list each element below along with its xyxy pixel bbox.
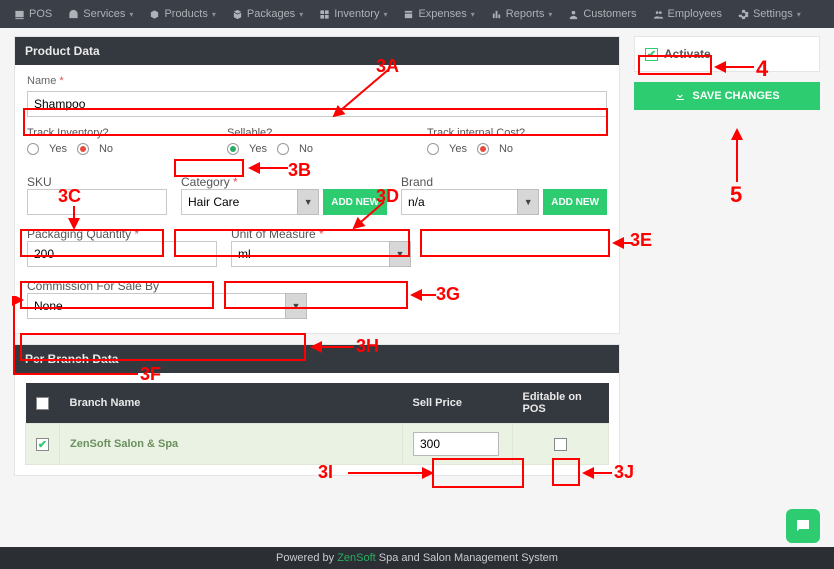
nav-customers[interactable]: Customers bbox=[560, 8, 644, 20]
select-all-checkbox[interactable]: ✔ bbox=[36, 397, 49, 410]
pack-qty-input[interactable] bbox=[27, 241, 217, 267]
col-editable: Editable on POS bbox=[513, 383, 609, 424]
uom-label: Unit of Measure * bbox=[231, 227, 324, 241]
category-select[interactable] bbox=[181, 189, 319, 215]
product-data-panel: Product Data Name * Track Inventory? Yes… bbox=[14, 36, 620, 334]
chat-fab[interactable] bbox=[786, 509, 820, 543]
nav-expenses[interactable]: Expenses▾ bbox=[395, 8, 482, 20]
per-branch-panel: Per Branch Data ✔ Branch Name Sell Price… bbox=[14, 344, 620, 476]
track-inv-yes-radio[interactable] bbox=[27, 143, 39, 155]
track-cost-no-radio[interactable] bbox=[477, 143, 489, 155]
track-cost-label: Track internal Cost? bbox=[427, 127, 607, 139]
activate-checkbox[interactable]: ✔ bbox=[645, 48, 658, 61]
footer: Powered by ZenSoft Spa and Salon Managem… bbox=[0, 547, 834, 569]
panel-title: Product Data bbox=[15, 37, 619, 65]
chat-icon bbox=[794, 517, 812, 535]
nav-products[interactable]: Products▾ bbox=[141, 8, 223, 20]
editable-pos-checkbox[interactable]: ✔ bbox=[554, 438, 567, 451]
sellable-label: Sellable? bbox=[227, 127, 407, 139]
commission-label: Commission For Sale By bbox=[27, 279, 159, 293]
brand-label: Brand bbox=[401, 175, 433, 189]
track-inv-no-radio[interactable] bbox=[77, 143, 89, 155]
name-label: Name * bbox=[27, 75, 607, 87]
brand-add-new-button[interactable]: ADD NEW bbox=[543, 189, 607, 215]
track-cost-yes-radio[interactable] bbox=[427, 143, 439, 155]
footer-brand-link[interactable]: ZenSoft bbox=[337, 552, 376, 564]
activate-card: ✔ Activate bbox=[634, 36, 820, 72]
nav-settings[interactable]: Settings▾ bbox=[730, 8, 809, 20]
panel-title: Per Branch Data bbox=[15, 345, 619, 373]
sell-price-input[interactable] bbox=[413, 432, 499, 456]
uom-select[interactable] bbox=[231, 241, 411, 267]
nav-inventory[interactable]: Inventory▾ bbox=[311, 8, 395, 20]
table-row: ✔ ZenSoft Salon & Spa ✔ bbox=[26, 424, 609, 465]
brand-select[interactable] bbox=[401, 189, 539, 215]
name-input[interactable] bbox=[27, 91, 607, 117]
category-label: Category * bbox=[181, 175, 238, 189]
col-price: Sell Price bbox=[403, 383, 513, 424]
nav-employees[interactable]: Employees bbox=[645, 8, 730, 20]
pack-qty-label: Packaging Quantity * bbox=[27, 227, 139, 241]
col-branch: Branch Name bbox=[60, 383, 403, 424]
activate-label: Activate bbox=[664, 47, 711, 61]
nav-reports[interactable]: Reports▾ bbox=[483, 8, 561, 20]
track-inventory-label: Track Inventory? bbox=[27, 127, 207, 139]
top-nav: POS Services▾ Products▾ Packages▾ Invent… bbox=[0, 0, 834, 28]
commission-select[interactable] bbox=[27, 293, 307, 319]
nav-packages[interactable]: Packages▾ bbox=[224, 8, 311, 20]
branch-name: ZenSoft Salon & Spa bbox=[60, 424, 403, 465]
save-changes-button[interactable]: SAVE CHANGES bbox=[634, 82, 820, 110]
branch-table: ✔ Branch Name Sell Price Editable on POS… bbox=[25, 383, 609, 465]
sku-input[interactable] bbox=[27, 189, 167, 215]
category-add-new-button[interactable]: ADD NEW bbox=[323, 189, 387, 215]
row-checkbox[interactable]: ✔ bbox=[36, 438, 49, 451]
sku-label: SKU bbox=[27, 175, 52, 189]
nav-pos[interactable]: POS bbox=[6, 8, 60, 20]
nav-services[interactable]: Services▾ bbox=[60, 8, 141, 20]
sellable-yes-radio[interactable] bbox=[227, 143, 239, 155]
download-icon bbox=[674, 90, 686, 102]
sellable-no-radio[interactable] bbox=[277, 143, 289, 155]
